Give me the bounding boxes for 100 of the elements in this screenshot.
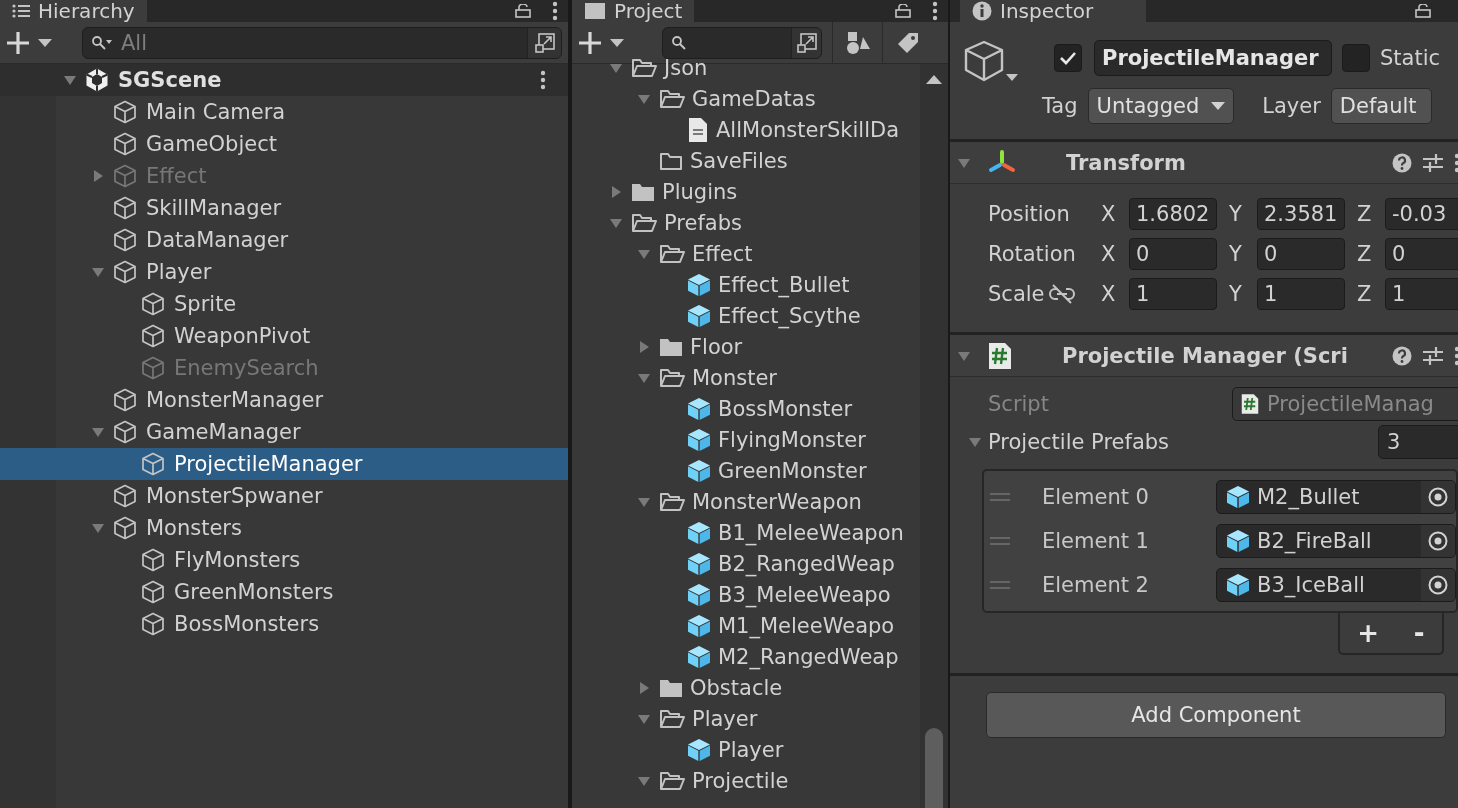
hierarchy-item[interactable]: DataManager (146, 226, 289, 254)
asset-item[interactable]: B1_MeleeWeapon (718, 518, 904, 547)
maximize-icon[interactable] (795, 31, 818, 54)
number-field[interactable]: -0.03 (1385, 198, 1458, 230)
add-component-button[interactable]: Add Component (986, 692, 1446, 738)
folder-item[interactable]: Floor (690, 332, 743, 361)
active-checkbox[interactable] (1054, 44, 1082, 72)
drag-handle-icon[interactable] (990, 580, 1012, 590)
hierarchy-item[interactable]: ProjectileManager (174, 450, 363, 478)
object-picker-button[interactable] (1421, 525, 1455, 557)
sliders-icon[interactable] (1422, 152, 1444, 173)
asset-item[interactable]: GreenMonster (718, 456, 867, 485)
tag-icon[interactable] (896, 31, 919, 54)
hierarchy-item[interactable]: Main Camera (146, 98, 286, 126)
asset-item[interactable]: B2_RangedWeap (718, 549, 895, 578)
search-field[interactable] (662, 26, 822, 59)
object-picker-button[interactable] (1421, 569, 1455, 601)
disclosure-triangle-icon[interactable] (637, 339, 651, 354)
lock-icon[interactable] (894, 4, 912, 18)
tag-dropdown[interactable]: Untagged (1087, 88, 1235, 124)
scene-name[interactable]: SGScene (118, 66, 222, 94)
disclosure-triangle-icon[interactable] (91, 425, 105, 439)
asset-item[interactable]: M2_RangedWeap (718, 642, 899, 671)
number-field[interactable]: 0 (1385, 238, 1458, 270)
number-field[interactable]: 0 (1129, 238, 1217, 270)
inspector-tab[interactable]: Inspector (960, 0, 1146, 22)
unlinked-chain-icon[interactable] (1048, 284, 1075, 304)
number-field[interactable]: 1.6802 (1129, 198, 1217, 230)
maximize-icon[interactable] (533, 31, 556, 54)
component-menu-icon[interactable] (1454, 345, 1458, 366)
folder-item[interactable]: Obstacle (690, 673, 783, 702)
hierarchy-item[interactable]: Monsters (146, 514, 242, 542)
number-field[interactable]: 3 (1378, 425, 1458, 459)
hierarchy-item[interactable]: Sprite (174, 290, 237, 318)
number-field[interactable]: 0 (1257, 238, 1345, 270)
folder-item[interactable]: MonsterWeapon (692, 487, 862, 516)
object-field[interactable]: B3_IceBall (1216, 568, 1456, 602)
scroll-up-icon[interactable] (926, 74, 942, 84)
number-field[interactable]: 1 (1129, 278, 1217, 310)
scrollbar-thumb[interactable] (925, 728, 943, 808)
folder-item[interactable]: GameDatas (692, 84, 816, 113)
hierarchy-item[interactable]: BossMonsters (174, 610, 320, 638)
folder-item[interactable]: Prefabs (664, 208, 742, 237)
hierarchy-item[interactable]: GameObject (146, 130, 277, 158)
hierarchy-tab[interactable]: Hierarchy (0, 0, 147, 22)
hierarchy-item[interactable]: MonsterSpwaner (146, 482, 323, 510)
asset-item[interactable]: M1_MeleeWeapo (718, 611, 895, 640)
folder-item[interactable]: SaveFiles (690, 146, 788, 175)
object-field[interactable]: M2_Bullet (1216, 480, 1456, 514)
scrollbar[interactable] (920, 64, 948, 808)
lock-icon[interactable] (514, 4, 532, 18)
object-picker-button[interactable] (1421, 481, 1455, 513)
shapes-icon[interactable] (844, 30, 871, 55)
disclosure-triangle-icon[interactable] (637, 680, 651, 695)
disclosure-triangle-icon[interactable] (63, 73, 77, 87)
static-checkbox[interactable] (1342, 44, 1370, 72)
folder-item[interactable]: Player (692, 704, 758, 733)
file-item[interactable]: AllMonsterSkillDa (716, 115, 900, 144)
sliders-icon[interactable] (1422, 345, 1444, 366)
object-name-field[interactable]: ProjectileManager (1094, 40, 1332, 76)
asset-item[interactable]: Effect_Bullet (718, 270, 850, 299)
project-tab[interactable]: Project (572, 0, 695, 22)
asset-item[interactable]: B3_MeleeWeapo (718, 580, 891, 609)
number-field[interactable]: 1 (1385, 278, 1458, 310)
tab-menu-icon[interactable] (552, 1, 558, 21)
remove-element-button[interactable]: - (1407, 618, 1431, 648)
drag-handle-icon[interactable] (990, 492, 1012, 502)
asset-item[interactable]: Effect_Scythe (718, 301, 861, 330)
search-field[interactable]: All (82, 26, 562, 59)
hierarchy-item[interactable]: WeaponPivot (174, 322, 311, 350)
help-icon[interactable] (1392, 345, 1412, 366)
drag-handle-icon[interactable] (990, 536, 1012, 546)
object-field[interactable]: B2_FireBall (1216, 524, 1456, 558)
folder-item[interactable]: Projectile (692, 766, 789, 795)
disclosure-triangle-icon[interactable] (91, 521, 105, 535)
layer-dropdown[interactable]: Default (1330, 88, 1432, 124)
add-element-button[interactable]: + (1351, 618, 1386, 648)
tab-menu-icon[interactable] (932, 1, 938, 21)
more-options-icon[interactable] (540, 70, 546, 90)
folder-item[interactable]: Plugins (662, 177, 738, 206)
lock-icon[interactable] (1414, 4, 1432, 18)
disclosure-triangle-icon[interactable] (91, 265, 105, 279)
asset-item[interactable]: Player (718, 735, 784, 764)
hierarchy-item[interactable]: GreenMonsters (174, 578, 334, 606)
asset-item[interactable]: BossMonster (718, 394, 853, 423)
folder-item[interactable]: Effect (692, 239, 753, 268)
number-field[interactable]: 2.3581 (1257, 198, 1345, 230)
number-field[interactable]: 1 (1257, 278, 1345, 310)
hierarchy-item[interactable]: SkillManager (146, 194, 282, 222)
disclosure-triangle-icon[interactable] (609, 184, 623, 199)
disclosure-triangle-icon[interactable] (968, 435, 982, 449)
hierarchy-item[interactable]: GameManager (146, 418, 301, 446)
folder-item[interactable]: Monster (692, 363, 777, 392)
folder-item[interactable]: Json (664, 53, 708, 82)
asset-item[interactable]: FlyingMonster (718, 425, 866, 454)
hierarchy-item[interactable]: FlyMonsters (174, 546, 301, 574)
component-menu-icon[interactable] (1454, 152, 1458, 173)
hierarchy-item[interactable]: MonsterManager (146, 386, 324, 414)
hierarchy-item[interactable]: Player (146, 258, 212, 286)
help-icon[interactable] (1392, 152, 1412, 173)
